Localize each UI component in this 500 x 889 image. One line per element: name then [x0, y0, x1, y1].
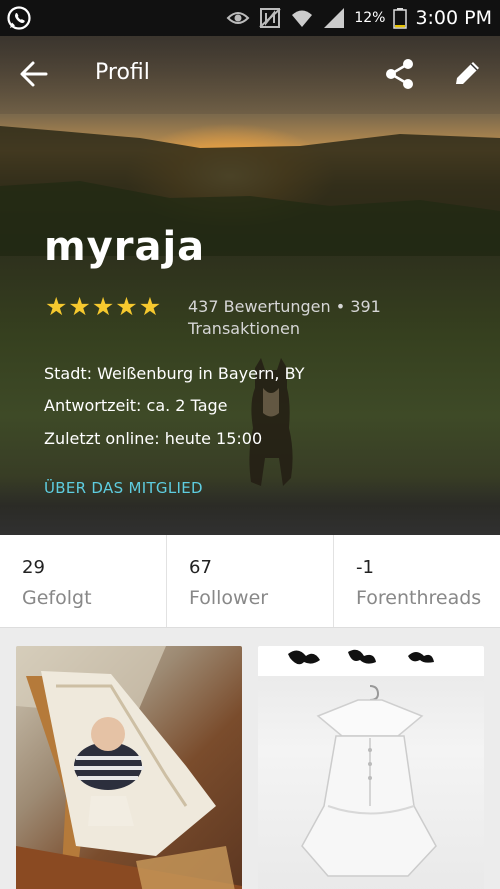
- listing-photo: [16, 646, 242, 889]
- star-icon: ★: [91, 292, 115, 321]
- listings-grid: [0, 628, 500, 889]
- stat-value: -1: [356, 557, 374, 578]
- edit-pencil-icon[interactable]: [451, 56, 483, 92]
- star-icon: ★: [115, 292, 138, 321]
- stat-following[interactable]: 29 Gefolgt: [0, 535, 167, 627]
- signal-icon: [324, 8, 345, 28]
- nfc-icon: [259, 8, 281, 28]
- city-info: Stadt: Weißenburg in Bayern, BY: [44, 364, 305, 383]
- star-icon: ★: [138, 292, 162, 321]
- app-bar: [0, 36, 500, 114]
- listing-card-white-top[interactable]: [258, 646, 484, 889]
- clock: 3:00 PM: [415, 7, 492, 29]
- last-online-info: Zuletzt online: heute 15:00: [44, 429, 263, 448]
- back-arrow-icon[interactable]: [16, 56, 52, 92]
- page-title: Profil: [95, 60, 150, 85]
- whatsapp-icon: [7, 6, 31, 30]
- stat-label: Follower: [189, 587, 269, 609]
- stat-followers[interactable]: 67 Follower: [167, 535, 334, 627]
- profile-header: Profil myraja ★ ★ ★ ★ ★ 437 Bewertungen …: [0, 36, 500, 535]
- listing-card-baby-hammock[interactable]: [16, 646, 242, 889]
- share-icon[interactable]: [384, 56, 416, 92]
- listing-photo: [258, 646, 484, 877]
- eye-icon: [226, 12, 250, 24]
- status-bar: 12% 3:00 PM: [0, 0, 500, 36]
- stat-forum-threads[interactable]: -1 Forenthreads: [334, 535, 500, 627]
- battery-percent: 12%: [354, 10, 386, 26]
- stat-label: Forenthreads: [356, 587, 482, 609]
- star-icon: ★: [68, 292, 91, 321]
- stat-value: 67: [189, 557, 212, 578]
- about-member-link[interactable]: ÜBER DAS MITGLIED: [44, 479, 203, 497]
- rating-stars: ★ ★ ★ ★ ★: [45, 294, 161, 320]
- star-icon: ★: [45, 292, 68, 321]
- wifi-icon: [292, 10, 313, 27]
- username: myraja: [44, 224, 206, 270]
- stats-bar: 29 Gefolgt 67 Follower -1 Forenthreads: [0, 535, 500, 628]
- reviews-count: 437 Bewertungen • 391 Transaktionen: [188, 297, 381, 338]
- stat-label: Gefolgt: [22, 587, 92, 609]
- response-time-info: Antwortzeit: ca. 2 Tage: [44, 396, 228, 415]
- stat-value: 29: [22, 557, 45, 578]
- battery-icon: [393, 8, 408, 29]
